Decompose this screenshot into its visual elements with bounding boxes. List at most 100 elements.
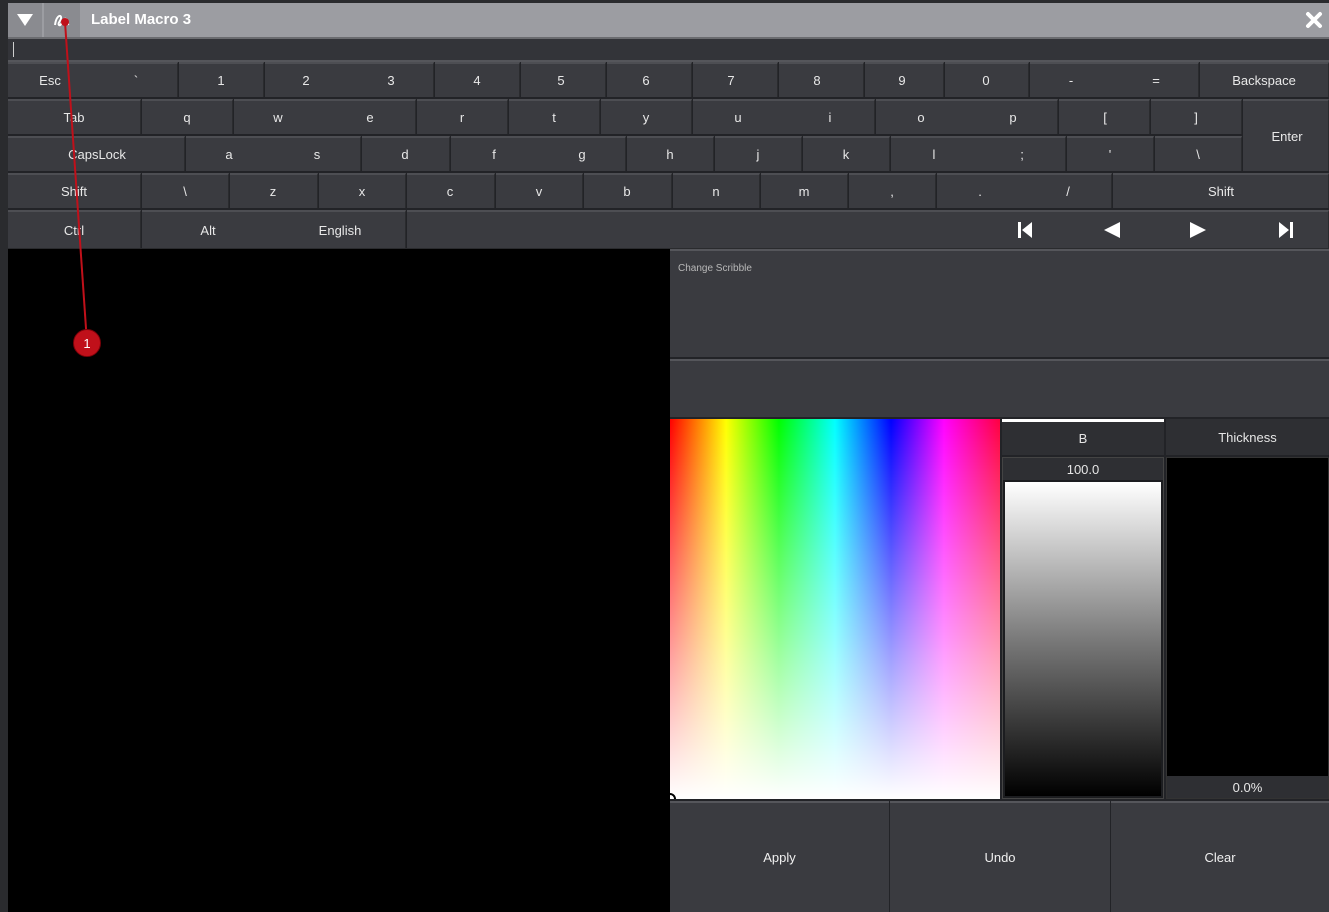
previous-icon — [1104, 221, 1120, 238]
key-bracket-right[interactable]: ] — [1151, 99, 1242, 134]
key-capslock[interactable]: CapsLock — [8, 136, 185, 171]
key-v[interactable]: v — [496, 173, 583, 208]
key-ctrl[interactable]: Ctrl — [8, 210, 141, 248]
key-label: h — [666, 147, 674, 162]
key-label: Enter — [1271, 129, 1303, 144]
key-t[interactable]: t — [509, 99, 600, 134]
key-u[interactable]: ui — [693, 99, 875, 134]
key-label: k — [842, 147, 850, 162]
apply-button[interactable]: Apply — [670, 801, 889, 912]
change-scribble-area[interactable]: Change Scribble — [670, 249, 1329, 357]
undo-button[interactable]: Undo — [890, 801, 1110, 912]
key-label: ' — [1108, 147, 1112, 162]
tab-thickness[interactable]: Thickness — [1166, 419, 1329, 455]
key-c[interactable]: c — [407, 173, 495, 208]
key-label: l — [932, 147, 936, 162]
scribble-panel: Change Scribble B Thickness 100.0 0.0% A… — [670, 249, 1329, 912]
key-period[interactable]: . / — [937, 173, 1112, 208]
key-1[interactable]: 1 — [179, 62, 264, 97]
previous-button[interactable] — [1082, 212, 1142, 247]
key-l[interactable]: l; — [891, 136, 1066, 171]
key-k[interactable]: k — [803, 136, 890, 171]
key-b[interactable]: b — [584, 173, 672, 208]
color-picker[interactable] — [670, 419, 1000, 799]
tab-brightness[interactable]: B — [1002, 419, 1164, 455]
key-label: n — [712, 184, 720, 199]
skip-to-start-icon — [1018, 221, 1032, 238]
key-label: Tab — [63, 110, 85, 125]
key-label: [ — [1103, 110, 1107, 125]
key-esc[interactable]: Esc ` — [8, 62, 178, 97]
key-label: g — [578, 147, 586, 162]
key-label: \ — [183, 184, 187, 199]
key-8[interactable]: 8 — [779, 62, 864, 97]
title-bar: Label Macro 3 — [8, 3, 1329, 39]
key-backspace[interactable]: Backspace — [1200, 62, 1329, 97]
key-label: 4 — [473, 73, 481, 88]
key-label: s — [313, 147, 321, 162]
next-button[interactable] — [1168, 212, 1228, 247]
key-tab[interactable]: Tab — [8, 99, 141, 134]
key-comma[interactable]: , — [849, 173, 936, 208]
key-0[interactable]: 0 — [945, 62, 1029, 97]
key-f[interactable]: fg — [451, 136, 626, 171]
key-m[interactable]: m — [761, 173, 848, 208]
key-label: 3 — [387, 73, 395, 88]
menu-button[interactable] — [8, 3, 42, 37]
key-7[interactable]: 7 — [693, 62, 778, 97]
key-label: v — [535, 184, 543, 199]
key-label: / — [1066, 184, 1070, 199]
key-backslash[interactable]: \ — [1155, 136, 1242, 171]
scribble-button[interactable] — [44, 3, 80, 37]
key-w[interactable]: we — [234, 99, 416, 134]
key-label: CapsLock — [68, 147, 126, 162]
key-n[interactable]: n — [673, 173, 760, 208]
key-6[interactable]: 6 — [607, 62, 692, 97]
key-alt[interactable]: Alt English — [142, 210, 406, 248]
key-shift-right[interactable]: Shift — [1113, 173, 1329, 208]
key-minus[interactable]: - = — [1030, 62, 1199, 97]
skip-to-start-button[interactable] — [995, 212, 1055, 247]
key-4[interactable]: 4 — [435, 62, 520, 97]
key-y[interactable]: y — [601, 99, 692, 134]
close-button[interactable] — [1299, 3, 1329, 37]
key-label: r — [459, 110, 465, 125]
key-x[interactable]: x — [319, 173, 406, 208]
annotation-marker: 1 — [73, 329, 101, 357]
key-9[interactable]: 9 — [865, 62, 944, 97]
key-label: 8 — [813, 73, 821, 88]
key-j[interactable]: j — [715, 136, 802, 171]
thickness-slider[interactable]: 0.0% — [1166, 457, 1329, 799]
key-enter[interactable]: Enter — [1243, 99, 1329, 171]
key-2[interactable]: 23 — [265, 62, 434, 97]
skip-to-end-button[interactable] — [1256, 212, 1316, 247]
key-label: t — [552, 110, 556, 125]
key-label: 9 — [898, 73, 906, 88]
key-r[interactable]: r — [417, 99, 508, 134]
clear-button[interactable]: Clear — [1111, 801, 1329, 912]
key-label: ] — [1194, 110, 1198, 125]
key-h[interactable]: h — [627, 136, 714, 171]
key-label: Esc — [39, 73, 61, 88]
key-backslash-2[interactable]: \ — [142, 173, 229, 208]
close-icon — [1306, 12, 1322, 28]
key-label: f — [492, 147, 496, 162]
key-5[interactable]: 5 — [521, 62, 606, 97]
scribble-canvas[interactable] — [8, 249, 670, 912]
key-z[interactable]: z — [230, 173, 318, 208]
key-q[interactable]: q — [142, 99, 233, 134]
key-bracket-left[interactable]: [ — [1059, 99, 1150, 134]
key-label: Backspace — [1232, 73, 1296, 88]
key-shift-left[interactable]: Shift — [8, 173, 141, 208]
key-o[interactable]: op — [876, 99, 1058, 134]
key-a[interactable]: as — [186, 136, 361, 171]
key-label: a — [225, 147, 233, 162]
text-input[interactable] — [8, 39, 1329, 62]
scribble-secondary-area[interactable] — [670, 359, 1329, 417]
key-label: Shift — [1207, 184, 1235, 199]
brightness-slider[interactable]: 100.0 — [1002, 457, 1164, 799]
key-quote[interactable]: ' — [1067, 136, 1154, 171]
key-d[interactable]: d — [362, 136, 450, 171]
key-label: 2 — [302, 73, 310, 88]
key-label: \ — [1196, 147, 1200, 162]
